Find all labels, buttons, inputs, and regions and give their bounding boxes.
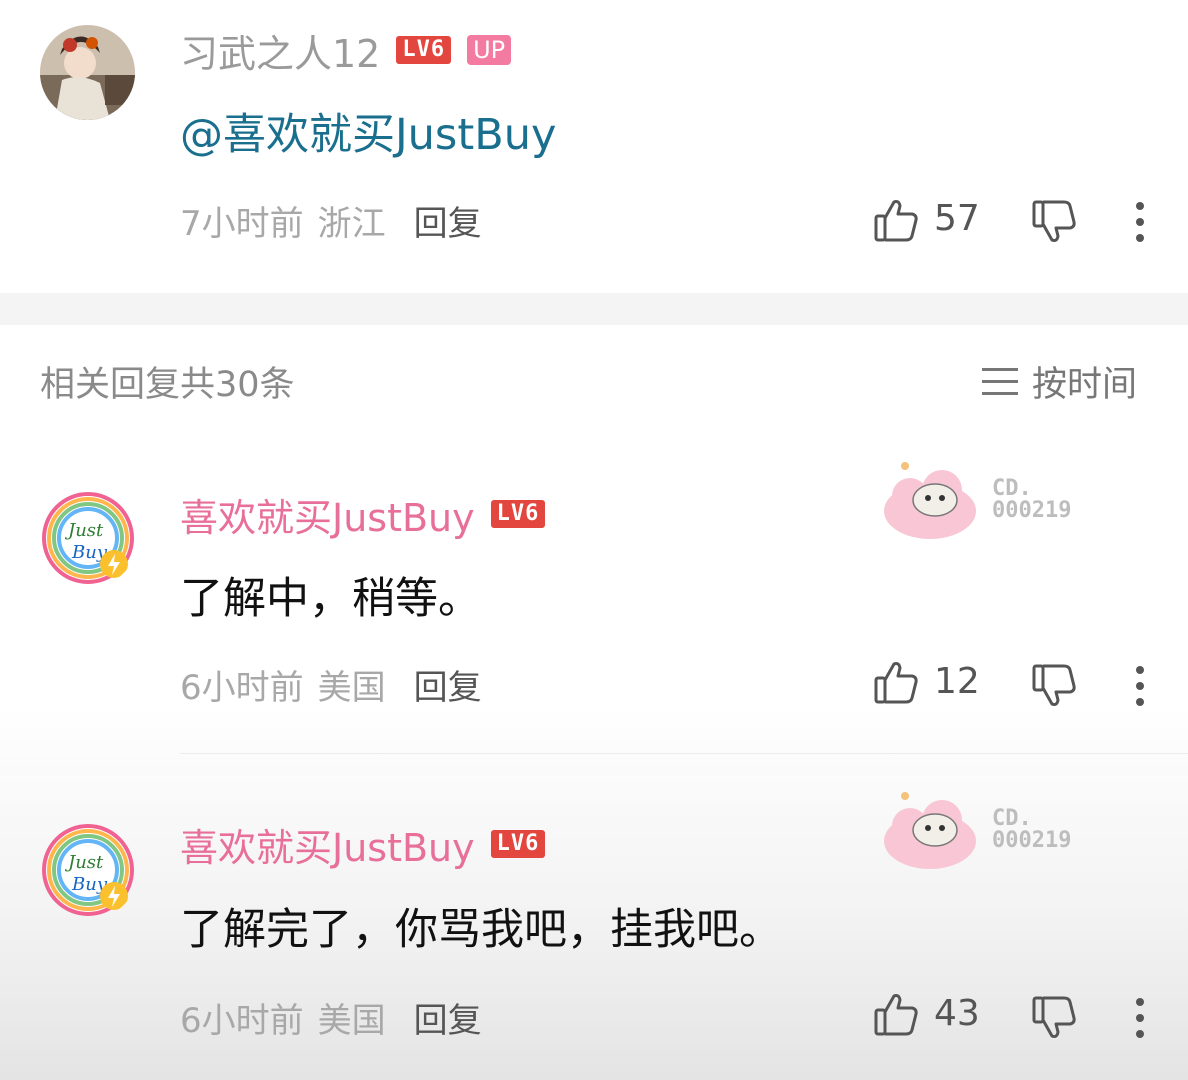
thumbs-down-icon[interactable] bbox=[1030, 662, 1078, 710]
level-badge: LV6 bbox=[490, 830, 546, 858]
comment-time: 7小时前 bbox=[180, 204, 304, 244]
reply-time: 6小时前 bbox=[180, 668, 304, 708]
mention-link[interactable]: @喜欢就买JustBuy bbox=[180, 100, 556, 162]
reply-text: 了解完了，你骂我吧，挂我吧。 bbox=[180, 905, 782, 955]
reply-header: 喜欢就买JustBuy LV6 bbox=[180, 487, 546, 542]
more-vertical-icon[interactable] bbox=[1128, 996, 1152, 1040]
username[interactable]: 喜欢就买JustBuy bbox=[180, 487, 475, 542]
like-count: 43 bbox=[934, 993, 980, 1034]
main-comment-header: 习武之人12 LV6 UP bbox=[180, 23, 512, 78]
thumbs-up-icon[interactable] bbox=[872, 658, 920, 706]
reply-avatar[interactable]: Just Buy bbox=[38, 488, 138, 588]
fan-card-line2: 000219 bbox=[992, 828, 1072, 853]
replies-count-title: 相关回复共30条 bbox=[40, 365, 295, 405]
fan-card-cloud-icon bbox=[884, 792, 976, 869]
reply-meta: 6小时前 美国 回复 bbox=[180, 993, 482, 1042]
svg-text:Just: Just bbox=[64, 852, 104, 873]
main-comment-avatar[interactable] bbox=[40, 25, 135, 120]
comment-location: 浙江 bbox=[317, 204, 386, 244]
fan-card[interactable]: CD. 000219 bbox=[880, 456, 1090, 546]
level-badge: LV6 bbox=[396, 36, 452, 64]
reply-header: 喜欢就买JustBuy LV6 bbox=[180, 817, 546, 872]
up-badge: UP bbox=[467, 35, 512, 65]
thumbs-up-icon[interactable] bbox=[872, 990, 920, 1038]
reply-text: 了解中，稍等。 bbox=[180, 574, 481, 624]
fan-card-cloud-icon bbox=[884, 462, 976, 539]
thumbs-down-icon[interactable] bbox=[1030, 994, 1078, 1042]
reply-location: 美国 bbox=[317, 1001, 386, 1041]
more-vertical-icon[interactable] bbox=[1128, 200, 1152, 244]
like-count: 12 bbox=[934, 661, 980, 702]
thumbs-up-icon[interactable] bbox=[872, 196, 920, 244]
sort-label: 按时间 bbox=[1032, 365, 1138, 405]
reply-avatar[interactable]: Just Buy bbox=[38, 820, 138, 920]
fan-card[interactable]: CD. 000219 bbox=[880, 786, 1090, 876]
section-separator bbox=[0, 293, 1188, 325]
sort-lines-icon bbox=[980, 365, 1020, 399]
level-badge: LV6 bbox=[490, 500, 546, 528]
svg-text:Just: Just bbox=[64, 520, 104, 541]
main-comment-meta: 7小时前 浙江 回复 bbox=[180, 196, 482, 245]
reply-button[interactable]: 回复 bbox=[414, 196, 482, 245]
more-vertical-icon[interactable] bbox=[1128, 664, 1152, 708]
sort-toggle[interactable]: 按时间 bbox=[980, 356, 1137, 407]
main-comment bbox=[0, 0, 1188, 293]
reply-button[interactable]: 回复 bbox=[414, 660, 482, 709]
reply-button[interactable]: 回复 bbox=[414, 993, 482, 1042]
reply-location: 美国 bbox=[317, 668, 386, 708]
reply-time: 6小时前 bbox=[180, 1001, 304, 1041]
fan-card-line1: CD. bbox=[992, 476, 1032, 501]
thumbs-down-icon[interactable] bbox=[1030, 198, 1078, 246]
reply-divider bbox=[180, 753, 1188, 754]
fan-card-line1: CD. bbox=[992, 806, 1032, 831]
username[interactable]: 习武之人12 bbox=[180, 23, 380, 78]
reply-meta: 6小时前 美国 回复 bbox=[180, 660, 482, 709]
like-count: 57 bbox=[934, 198, 980, 239]
fan-card-line2: 000219 bbox=[992, 498, 1072, 523]
username[interactable]: 喜欢就买JustBuy bbox=[180, 817, 475, 872]
